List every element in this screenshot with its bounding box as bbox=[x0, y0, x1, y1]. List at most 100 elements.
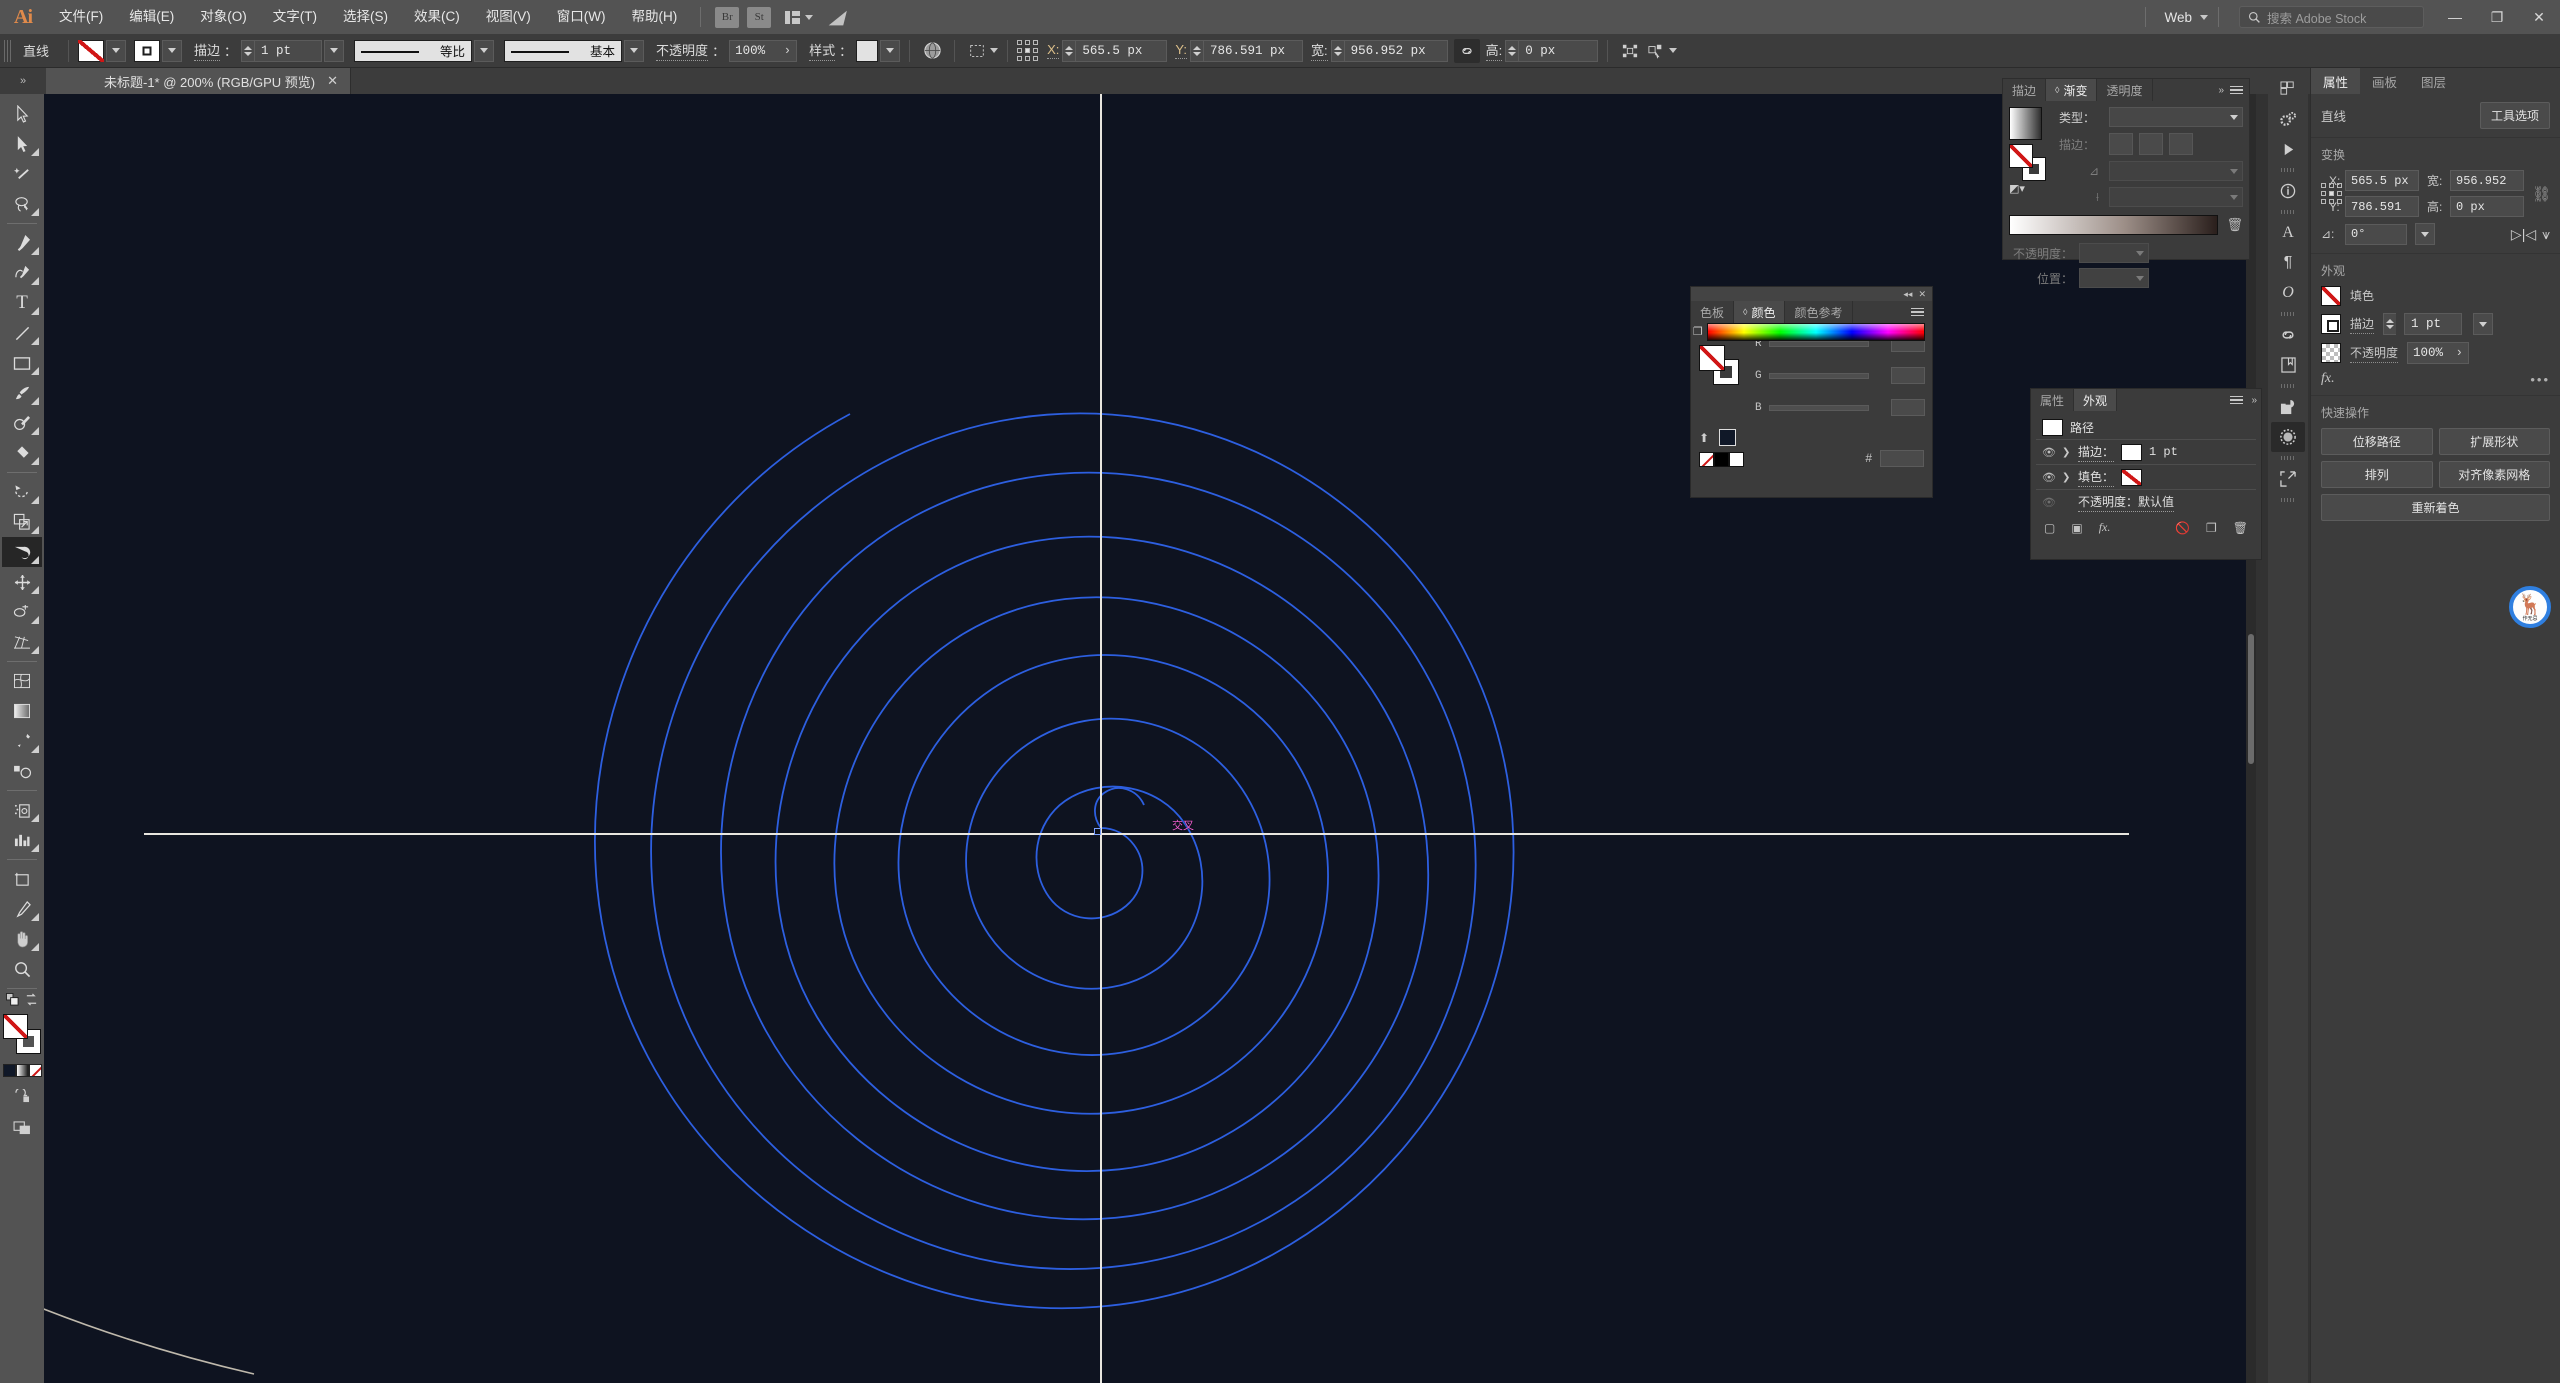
tool-artboard[interactable] bbox=[2, 864, 42, 894]
width-input[interactable]: 956.952 px bbox=[1344, 40, 1448, 62]
gradient-panel-menu-icon[interactable] bbox=[2230, 86, 2243, 95]
tool-paintbrush[interactable] bbox=[2, 378, 42, 408]
stroke-weight-stepper[interactable] bbox=[241, 40, 254, 62]
stroke-dropdown-button[interactable] bbox=[162, 40, 182, 62]
fill-color-swatch[interactable] bbox=[78, 40, 104, 62]
menu-help[interactable]: 帮助(H) bbox=[618, 0, 690, 34]
opacity-mask-icon[interactable] bbox=[919, 39, 945, 63]
chevron-right-icon[interactable]: ❯ bbox=[2062, 472, 2071, 483]
tab-stroke[interactable]: 描边 bbox=[2003, 79, 2046, 101]
tool-pen[interactable] bbox=[2, 228, 42, 258]
menu-window[interactable]: 窗口(W) bbox=[544, 0, 619, 34]
toolbar-fill-swatch[interactable] bbox=[3, 1014, 28, 1039]
none-button[interactable] bbox=[29, 1064, 42, 1077]
flip-horizontal-icon[interactable]: ▷|◁ bbox=[2511, 226, 2536, 243]
angle-dropdown[interactable] bbox=[2415, 223, 2435, 245]
stroke-weight-dropdown[interactable] bbox=[324, 40, 344, 62]
tool-mesh[interactable] bbox=[2, 666, 42, 696]
stroke-weight-input[interactable]: 1 pt bbox=[2404, 313, 2462, 335]
height-input[interactable]: 0 px bbox=[2450, 196, 2524, 217]
width-profile-panel-icon[interactable] bbox=[2271, 422, 2305, 452]
brush-definition[interactable]: 基本 bbox=[504, 40, 622, 62]
tool-magic-wand[interactable] bbox=[2, 159, 42, 189]
scrollbar-thumb[interactable] bbox=[2248, 634, 2254, 764]
tool-shaper[interactable] bbox=[2, 408, 42, 438]
paragraph-panel-icon[interactable]: ¶ bbox=[2271, 248, 2305, 278]
stroke-attr-value[interactable]: 1 pt bbox=[2149, 445, 2178, 459]
fill-attr-swatch[interactable] bbox=[2121, 469, 2142, 486]
tool-zoom[interactable] bbox=[2, 954, 42, 984]
color-button[interactable] bbox=[3, 1064, 16, 1077]
tab-layers[interactable]: 图层 bbox=[2409, 68, 2458, 94]
control-bar-grip[interactable] bbox=[4, 40, 13, 62]
duplicate-swatch-icon[interactable]: ❐ bbox=[1693, 325, 1703, 338]
document-info-icon[interactable] bbox=[2271, 176, 2305, 206]
opentype-panel-icon[interactable]: O bbox=[2271, 278, 2305, 308]
tool-lasso[interactable] bbox=[2, 189, 42, 219]
x-coordinate-input[interactable]: 565.5 px bbox=[1075, 40, 1167, 62]
stroke-attr-label[interactable]: 描边： bbox=[2078, 443, 2114, 462]
menu-view[interactable]: 视图(V) bbox=[473, 0, 544, 34]
transform-marquee-icon[interactable] bbox=[964, 39, 990, 63]
gradient-stroke-across-button[interactable] bbox=[2169, 133, 2193, 155]
appearance-opacity-row[interactable]: 不透明度 100% › bbox=[2321, 342, 2550, 364]
screen-mode-button[interactable] bbox=[2, 1115, 42, 1141]
opacity-swatch[interactable] bbox=[2321, 343, 2341, 363]
bridge-icon[interactable]: Br bbox=[715, 7, 739, 28]
width-stepper[interactable] bbox=[1331, 40, 1344, 62]
gradient-fill-swatch[interactable] bbox=[2009, 144, 2033, 168]
gradient-panel[interactable]: 描边 ◊ 渐变 透明度 » ◩▾ bbox=[2002, 78, 2250, 260]
opacity-input[interactable]: 100% › bbox=[2407, 342, 2469, 364]
gradient-panel-expand-icon[interactable]: » bbox=[2218, 85, 2224, 96]
close-button[interactable]: ✕ bbox=[2518, 0, 2560, 34]
toolbar-collapse-button[interactable]: » bbox=[0, 68, 46, 94]
stock-icon[interactable]: St bbox=[747, 7, 771, 28]
tool-eraser[interactable] bbox=[2, 438, 42, 468]
tool-line-segment[interactable] bbox=[2, 318, 42, 348]
brush-dropdown[interactable] bbox=[624, 40, 644, 62]
y-stepper[interactable] bbox=[1190, 40, 1203, 62]
offset-path-button[interactable]: 位移路径 bbox=[2321, 428, 2433, 455]
color-spectrum-bar[interactable] bbox=[1707, 323, 1925, 341]
workspace-selector[interactable]: Web bbox=[2156, 10, 2200, 25]
tool-shape-builder[interactable] bbox=[2, 597, 42, 627]
tab-properties[interactable]: 属性 bbox=[2311, 68, 2360, 94]
tab-gradient[interactable]: ◊ 渐变 bbox=[2046, 79, 2097, 101]
tool-free-transform[interactable] bbox=[2, 567, 42, 597]
appearance-more-options-icon[interactable]: ••• bbox=[2530, 372, 2550, 387]
channel-slider-b[interactable] bbox=[1769, 405, 1869, 411]
stroke-label[interactable]: 描边 bbox=[2350, 315, 2374, 334]
tool-width[interactable] bbox=[2, 537, 42, 567]
add-effect-fx-icon[interactable]: fx. bbox=[2099, 520, 2111, 535]
height-input[interactable]: 0 px bbox=[1518, 40, 1598, 62]
tool-eyedropper[interactable] bbox=[2, 726, 42, 756]
chevron-right-icon[interactable]: ❯ bbox=[2062, 447, 2071, 458]
channel-slider-r[interactable] bbox=[1769, 341, 1869, 347]
workspace-chevron-icon[interactable] bbox=[2200, 15, 2208, 20]
recolor-button[interactable]: 重新着色 bbox=[2321, 494, 2550, 521]
tab-properties[interactable]: 属性 bbox=[2031, 389, 2074, 411]
close-icon[interactable]: ✕ bbox=[1918, 289, 1926, 300]
x-input[interactable]: 565.5 px bbox=[2345, 170, 2419, 191]
reference-point-selector[interactable] bbox=[1017, 40, 1039, 62]
gradient-stroke-along-button[interactable] bbox=[2139, 133, 2163, 155]
drawing-mode-button[interactable] bbox=[2, 1083, 42, 1109]
stroke-color-swatch[interactable] bbox=[134, 40, 160, 62]
rotate-angle-input[interactable]: 0° bbox=[2345, 224, 2407, 245]
opacity-label[interactable]: 不透明度 bbox=[2350, 344, 2398, 363]
tool-type[interactable]: T bbox=[2, 288, 42, 318]
menu-effect[interactable]: 效果(C) bbox=[401, 0, 473, 34]
x-stepper[interactable] bbox=[1062, 40, 1075, 62]
pathfinder-panel-icon[interactable] bbox=[2271, 392, 2305, 422]
fill-dropdown-button[interactable] bbox=[106, 40, 126, 62]
black-swatch[interactable] bbox=[1714, 452, 1729, 467]
gradient-aspect-select[interactable] bbox=[2109, 187, 2243, 207]
width-profile-dropdown[interactable] bbox=[474, 40, 494, 62]
maximize-button[interactable]: ❐ bbox=[2476, 0, 2518, 34]
stroke-swatch[interactable] bbox=[2321, 314, 2341, 334]
gradient-preview-swatch[interactable] bbox=[2009, 107, 2042, 140]
duplicate-item-icon[interactable]: ❐ bbox=[2206, 521, 2217, 535]
menu-type[interactable]: 文字(T) bbox=[260, 0, 330, 34]
tab-transparency[interactable]: 透明度 bbox=[2097, 79, 2152, 101]
arrange-button[interactable]: 排列 bbox=[2321, 461, 2433, 488]
